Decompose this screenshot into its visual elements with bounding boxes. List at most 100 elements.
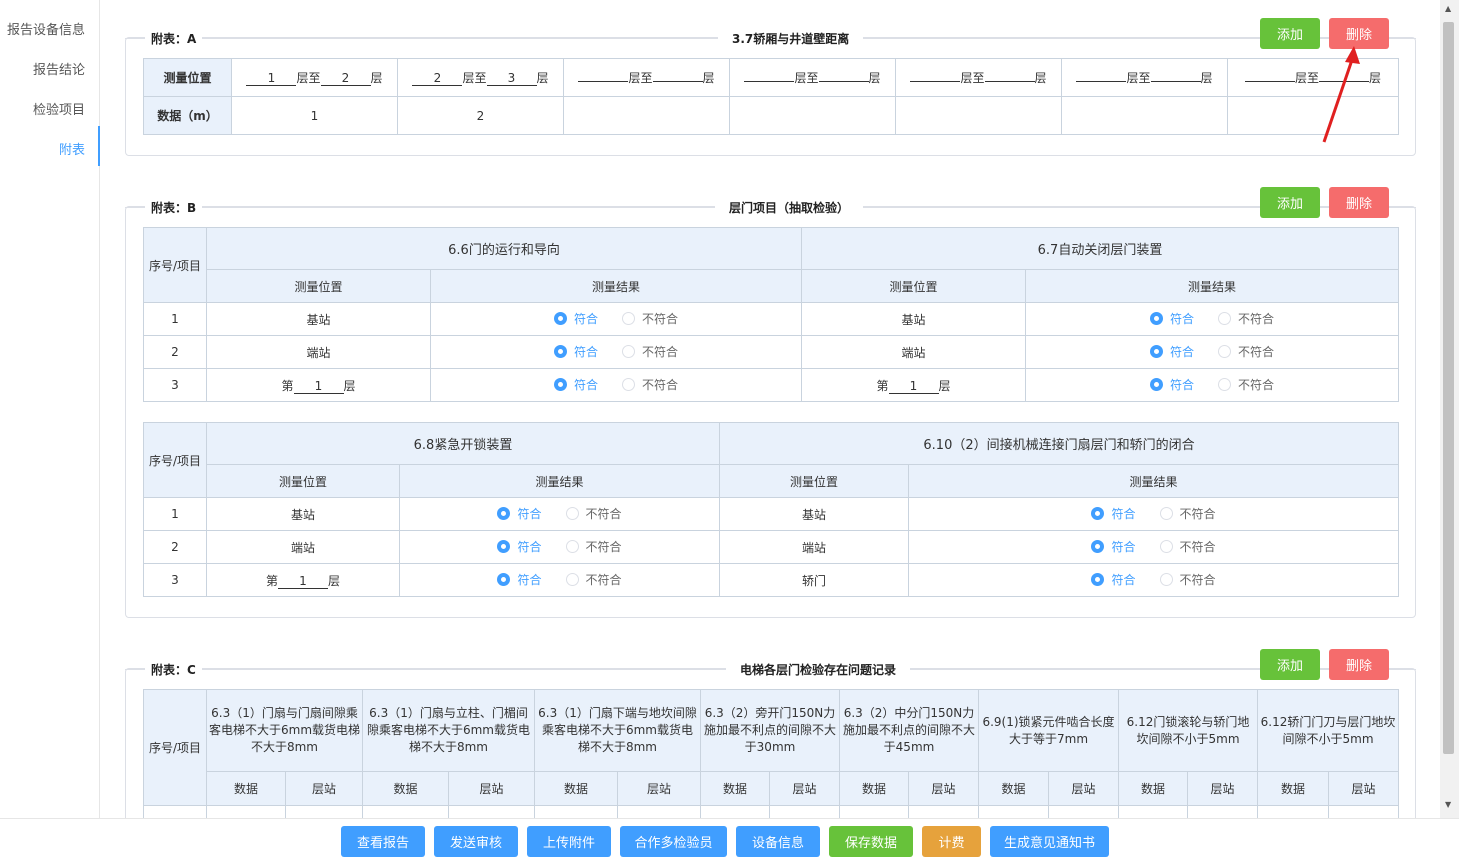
floor-from-input[interactable]: 1 [246, 71, 297, 86]
table-b2: 序号/项目 6.8紧急开锁装置 6.10（2）间接机械连接门扇层门和轿门的闭合 … [143, 422, 1399, 597]
table-c: 序号/项目 6.3（1）门扇与门扇间隙乘客电梯不大于6mm载货电梯不大于8mm … [143, 689, 1400, 818]
table-a-row-position: 测量位置 1 层至 2 层 2 层至 3 层 层至层 层至层 层至层 层至层 层至层 [143, 58, 1399, 97]
radio-fail[interactable]: 不符合 [1159, 505, 1216, 522]
data-input[interactable] [1061, 96, 1228, 135]
floor-from-input[interactable]: 2 [412, 71, 463, 86]
add-button-b[interactable]: 添加 [1260, 187, 1320, 218]
vertical-scrollbar[interactable]: ▲ ▼ [1440, 0, 1459, 818]
table-b1-pos-header: 测量位置 [206, 269, 431, 303]
section-c-title: 电梯各层门检验存在问题记录 [726, 661, 911, 678]
table-c-col-header: 6.12门锁滚轮与轿门地坎间隙不小于5mm [1118, 689, 1259, 772]
scroll-up-icon[interactable]: ▲ [1445, 4, 1451, 13]
scrollbar-thumb[interactable] [1443, 22, 1454, 754]
data-input[interactable]: 1 [231, 96, 398, 135]
scroll-down-icon[interactable]: ▼ [1445, 800, 1451, 809]
table-b1-group1: 6.6门的运行和导向 [206, 227, 802, 270]
data-input[interactable] [895, 96, 1062, 135]
table-b2-result-header: 测量结果 [399, 464, 720, 498]
radio-fail[interactable]: 不符合 [622, 310, 678, 327]
billing-button[interactable]: 计费 [922, 826, 981, 857]
table-a-header-data: 数据（m） [143, 96, 232, 135]
send-review-button[interactable]: 发送审核 [434, 826, 518, 857]
table-a-cell: 1 层至 2 层 [231, 58, 398, 97]
sidebar-item-inspection[interactable]: 检验项目 [33, 99, 85, 118]
annotation-arrow-icon [1322, 46, 1360, 143]
data-input[interactable] [729, 96, 896, 135]
radio-fail[interactable]: 不符合 [1218, 343, 1274, 360]
radio-fail[interactable]: 不符合 [622, 343, 678, 360]
floor-to-input[interactable]: 3 [486, 71, 537, 86]
table-a-cell: 层至层 [895, 58, 1062, 97]
floor-from-input[interactable] [578, 81, 629, 82]
radio-pass[interactable]: 符合 [553, 310, 598, 327]
table-row: 3 第1层 符合 不符合 第1层 符合 不符合 [143, 368, 1399, 402]
floor-from-input[interactable] [910, 81, 961, 82]
generate-notice-button[interactable]: 生成意见通知书 [990, 826, 1109, 857]
bottom-action-bar: 查看报告 发送审核 上传附件 合作多检验员 设备信息 保存数据 计费 生成意见通… [0, 818, 1459, 859]
delete-button-c[interactable]: 删除 [1329, 649, 1389, 680]
floor-to-input[interactable]: 2 [320, 71, 371, 86]
table-c-col-header: 6.12轿门门刀与层门地坎间隙不小于5mm [1257, 689, 1400, 772]
cooperate-inspectors-button[interactable]: 合作多检验员 [620, 826, 727, 857]
radio-fail[interactable]: 不符合 [565, 538, 622, 555]
floor-input[interactable]: 1 [888, 379, 939, 394]
upload-attachment-button[interactable]: 上传附件 [527, 826, 611, 857]
sidebar-item-appendix[interactable]: 附表 [59, 139, 85, 158]
radio-pass[interactable]: 符合 [1091, 538, 1136, 555]
floor-from-input[interactable] [1076, 81, 1127, 82]
section-a-title: 3.7轿厢与井道壁距离 [718, 30, 864, 47]
table-b2-seq-header: 序号/项目 [143, 422, 207, 498]
section-a-label: 附表：A [145, 30, 203, 47]
floor-to-input[interactable] [818, 81, 869, 82]
radio-fail[interactable]: 不符合 [565, 571, 622, 588]
radio-pass[interactable]: 符合 [497, 505, 542, 522]
radio-pass[interactable]: 符合 [1091, 571, 1136, 588]
floor-to-input[interactable] [1150, 81, 1201, 82]
save-data-button[interactable]: 保存数据 [829, 826, 913, 857]
table-c-col-header: 6.3（2）旁开门150N力施加最不利点的间隙不大于30mm [700, 689, 840, 772]
sidebar-item-conclusion[interactable]: 报告结论 [33, 59, 85, 78]
radio-pass[interactable]: 符合 [497, 571, 542, 588]
table-b1-result-header: 测量结果 [430, 269, 802, 303]
table-a-cell: 层至层 [563, 58, 730, 97]
radio-fail[interactable]: 不符合 [622, 376, 678, 393]
table-b1-result-header: 测量结果 [1025, 269, 1399, 303]
device-info-button[interactable]: 设备信息 [736, 826, 820, 857]
table-a-cell: 层至层 [1227, 58, 1399, 97]
radio-fail[interactable]: 不符合 [1218, 376, 1274, 393]
radio-pass[interactable]: 符合 [553, 376, 598, 393]
radio-fail[interactable]: 不符合 [565, 505, 622, 522]
floor-to-input[interactable] [984, 81, 1035, 82]
section-c-label: 附表：C [145, 661, 202, 678]
sidebar-item-device-info[interactable]: 报告设备信息 [7, 19, 85, 38]
data-input[interactable] [1227, 96, 1399, 135]
radio-pass[interactable]: 符合 [1091, 505, 1136, 522]
table-row [143, 805, 1400, 818]
radio-pass[interactable]: 符合 [497, 538, 542, 555]
view-report-button[interactable]: 查看报告 [341, 826, 425, 857]
data-input[interactable]: 2 [397, 96, 564, 135]
table-b1-seq-header: 序号/项目 [143, 227, 207, 303]
table-a-row-data: 数据（m） 1 2 [143, 96, 1399, 135]
radio-fail[interactable]: 不符合 [1159, 571, 1216, 588]
floor-from-input[interactable] [744, 81, 795, 82]
table-a-cell: 层至层 [729, 58, 896, 97]
radio-pass[interactable]: 符合 [1149, 376, 1194, 393]
add-button-a[interactable]: 添加 [1260, 18, 1320, 49]
delete-button-b[interactable]: 删除 [1329, 187, 1389, 218]
radio-pass[interactable]: 符合 [553, 343, 598, 360]
radio-fail[interactable]: 不符合 [1159, 538, 1216, 555]
floor-input[interactable]: 1 [293, 379, 344, 394]
add-button-c[interactable]: 添加 [1260, 649, 1320, 680]
floor-from-input[interactable] [1244, 81, 1295, 82]
table-row: 3 第1层 符合 不符合 轿门 符合 不符合 [143, 563, 1399, 597]
table-b2-group2: 6.10（2）间接机械连接门扇层门和轿门的闭合 [719, 422, 1399, 465]
data-input[interactable] [563, 96, 730, 135]
radio-pass[interactable]: 符合 [1149, 310, 1194, 327]
radio-fail[interactable]: 不符合 [1218, 310, 1274, 327]
radio-pass[interactable]: 符合 [1149, 343, 1194, 360]
floor-to-input[interactable] [652, 81, 703, 82]
sidebar-active-indicator [98, 126, 100, 166]
table-a-cell: 2 层至 3 层 [397, 58, 564, 97]
floor-input[interactable]: 1 [278, 574, 328, 589]
